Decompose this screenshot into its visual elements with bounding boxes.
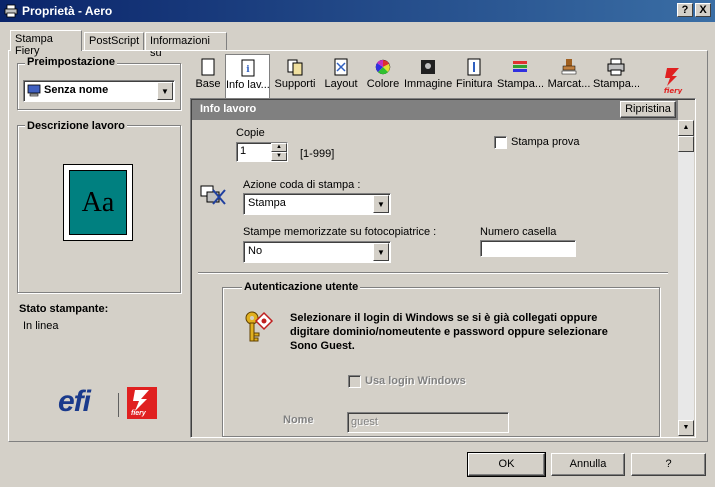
toolbar-info-lavoro[interactable]: i Info lav... [225, 54, 270, 100]
name-input[interactable]: guest [347, 412, 509, 433]
media-icon [287, 59, 303, 76]
computer-icon [27, 84, 41, 97]
print-queue-icon [200, 185, 226, 205]
window-title: Proprietà - Aero [22, 4, 113, 18]
windows-login-label: Usa login Windows [365, 375, 466, 387]
queue-value: Stampa [248, 197, 286, 209]
divider [198, 272, 668, 274]
color-wheel-icon [375, 59, 391, 75]
info-page-icon: i [241, 59, 254, 77]
toolbar-colore-label: Colore [366, 78, 400, 90]
tab-postscript[interactable]: PostScript [84, 32, 144, 50]
help-title-button[interactable]: ? [677, 3, 693, 17]
logo-divider [118, 393, 119, 417]
name-label: Nome [283, 414, 314, 426]
toolbar-colore[interactable]: Colore [365, 54, 401, 98]
preset-label: Preimpostazione [25, 56, 118, 68]
job-preview: Aa [63, 164, 133, 241]
toolbar-stampa-1[interactable]: Stampa... [497, 54, 543, 98]
cancel-button[interactable]: Annulla [551, 453, 625, 476]
tab-stampa-fiery[interactable]: Stampa Fiery [10, 30, 82, 57]
auth-title: Autenticazione utente [242, 281, 361, 293]
scrollbar[interactable] [678, 120, 694, 436]
queue-select[interactable]: Stampa ▼ [243, 193, 391, 215]
preview-text: Aa [69, 170, 127, 235]
toolbar-supporti[interactable]: Supporti [274, 54, 316, 98]
preset-select[interactable]: Senza nome ▼ [23, 80, 175, 102]
scroll-thumb[interactable] [678, 136, 694, 152]
fiery-logo-text: fiery [131, 410, 146, 417]
stamp-icon [561, 59, 577, 75]
spin-up-icon[interactable]: ▲ [271, 143, 287, 152]
windows-login-checkbox[interactable] [348, 375, 361, 388]
scroll-down-icon[interactable]: ▼ [678, 420, 694, 436]
layout-icon [334, 58, 348, 76]
copies-input[interactable]: 1 ▲ ▼ [236, 142, 288, 162]
title-bar: Proprietà - Aero ? X [0, 0, 715, 22]
toolbar-layout-label: Layout [324, 78, 358, 90]
preset-value: Senza nome [44, 84, 109, 96]
fiery-brand-icon: fiery [664, 68, 683, 94]
finishing-icon [467, 58, 481, 76]
description-label: Descrizione lavoro [25, 120, 127, 132]
stored-label: Stampe memorizzate su fotocopiatrice : [243, 226, 437, 238]
mailbox-input[interactable] [480, 240, 576, 257]
chevron-down-icon[interactable]: ▼ [157, 82, 173, 100]
section-title: Info lavoro [200, 103, 257, 115]
fiery-brand-text: fiery [664, 87, 683, 94]
efi-logo: efi [58, 385, 91, 418]
toolbar-base[interactable]: Base [190, 54, 226, 98]
stored-value: No [248, 245, 263, 257]
chevron-down-icon[interactable]: ▼ [373, 195, 389, 213]
spin-down-icon[interactable]: ▼ [271, 152, 287, 161]
toolbar-stampa-2-label: Stampa... [593, 78, 639, 90]
toolbar-marcatura[interactable]: Marcat... [546, 54, 592, 98]
help-button[interactable]: ? [631, 453, 706, 476]
toolbar-info-label: Info lav... [226, 79, 270, 91]
scroll-up-icon[interactable]: ▲ [678, 120, 694, 136]
stored-select[interactable]: No ▼ [243, 241, 391, 263]
toolbar-layout[interactable]: Layout [322, 54, 360, 98]
toolbar-immagine-label: Immagine [404, 78, 452, 90]
printer-status-value: In linea [23, 320, 59, 332]
toolbar-base-label: Base [195, 78, 221, 90]
proof-label: Stampa prova [511, 136, 580, 148]
toolbar-finitura-label: Finitura [456, 78, 492, 90]
ok-button[interactable]: OK [468, 453, 545, 476]
printer-icon [607, 58, 625, 76]
reset-button[interactable]: Ripristina [620, 101, 676, 118]
image-icon [421, 60, 435, 74]
copies-value: 1 [240, 145, 247, 157]
stack-icon [513, 61, 527, 72]
section-header: Info lavoro Ripristina [192, 100, 678, 120]
queue-label: Azione coda di stampa : [243, 179, 361, 191]
key-icon [245, 311, 274, 342]
proof-checkbox[interactable] [494, 136, 507, 149]
toolbar-immagine[interactable]: Immagine [404, 54, 452, 98]
tab-informazioni[interactable]: Informazioni su [145, 32, 227, 59]
toolbar-marcatura-label: Marcat... [547, 78, 591, 90]
page-icon [201, 58, 215, 76]
auth-message: Selezionare il login di Windows se si è … [290, 312, 608, 352]
svg-text:i: i [246, 65, 250, 75]
toolbar-supporti-label: Supporti [274, 78, 316, 90]
copies-label: Copie [236, 127, 265, 139]
printer-status-label: Stato stampante: [19, 303, 109, 315]
mailbox-label: Numero casella [480, 226, 557, 238]
chevron-down-icon[interactable]: ▼ [373, 243, 389, 261]
printer-icon [4, 4, 18, 18]
toolbar-stampa-1-label: Stampa... [497, 78, 543, 90]
close-button[interactable]: X [695, 3, 711, 17]
toolbar-finitura[interactable]: Finitura [456, 54, 492, 98]
copies-range: [1-999] [300, 148, 335, 160]
toolbar-stampa-2[interactable]: Stampa... [593, 54, 639, 98]
name-value: guest [351, 416, 378, 428]
